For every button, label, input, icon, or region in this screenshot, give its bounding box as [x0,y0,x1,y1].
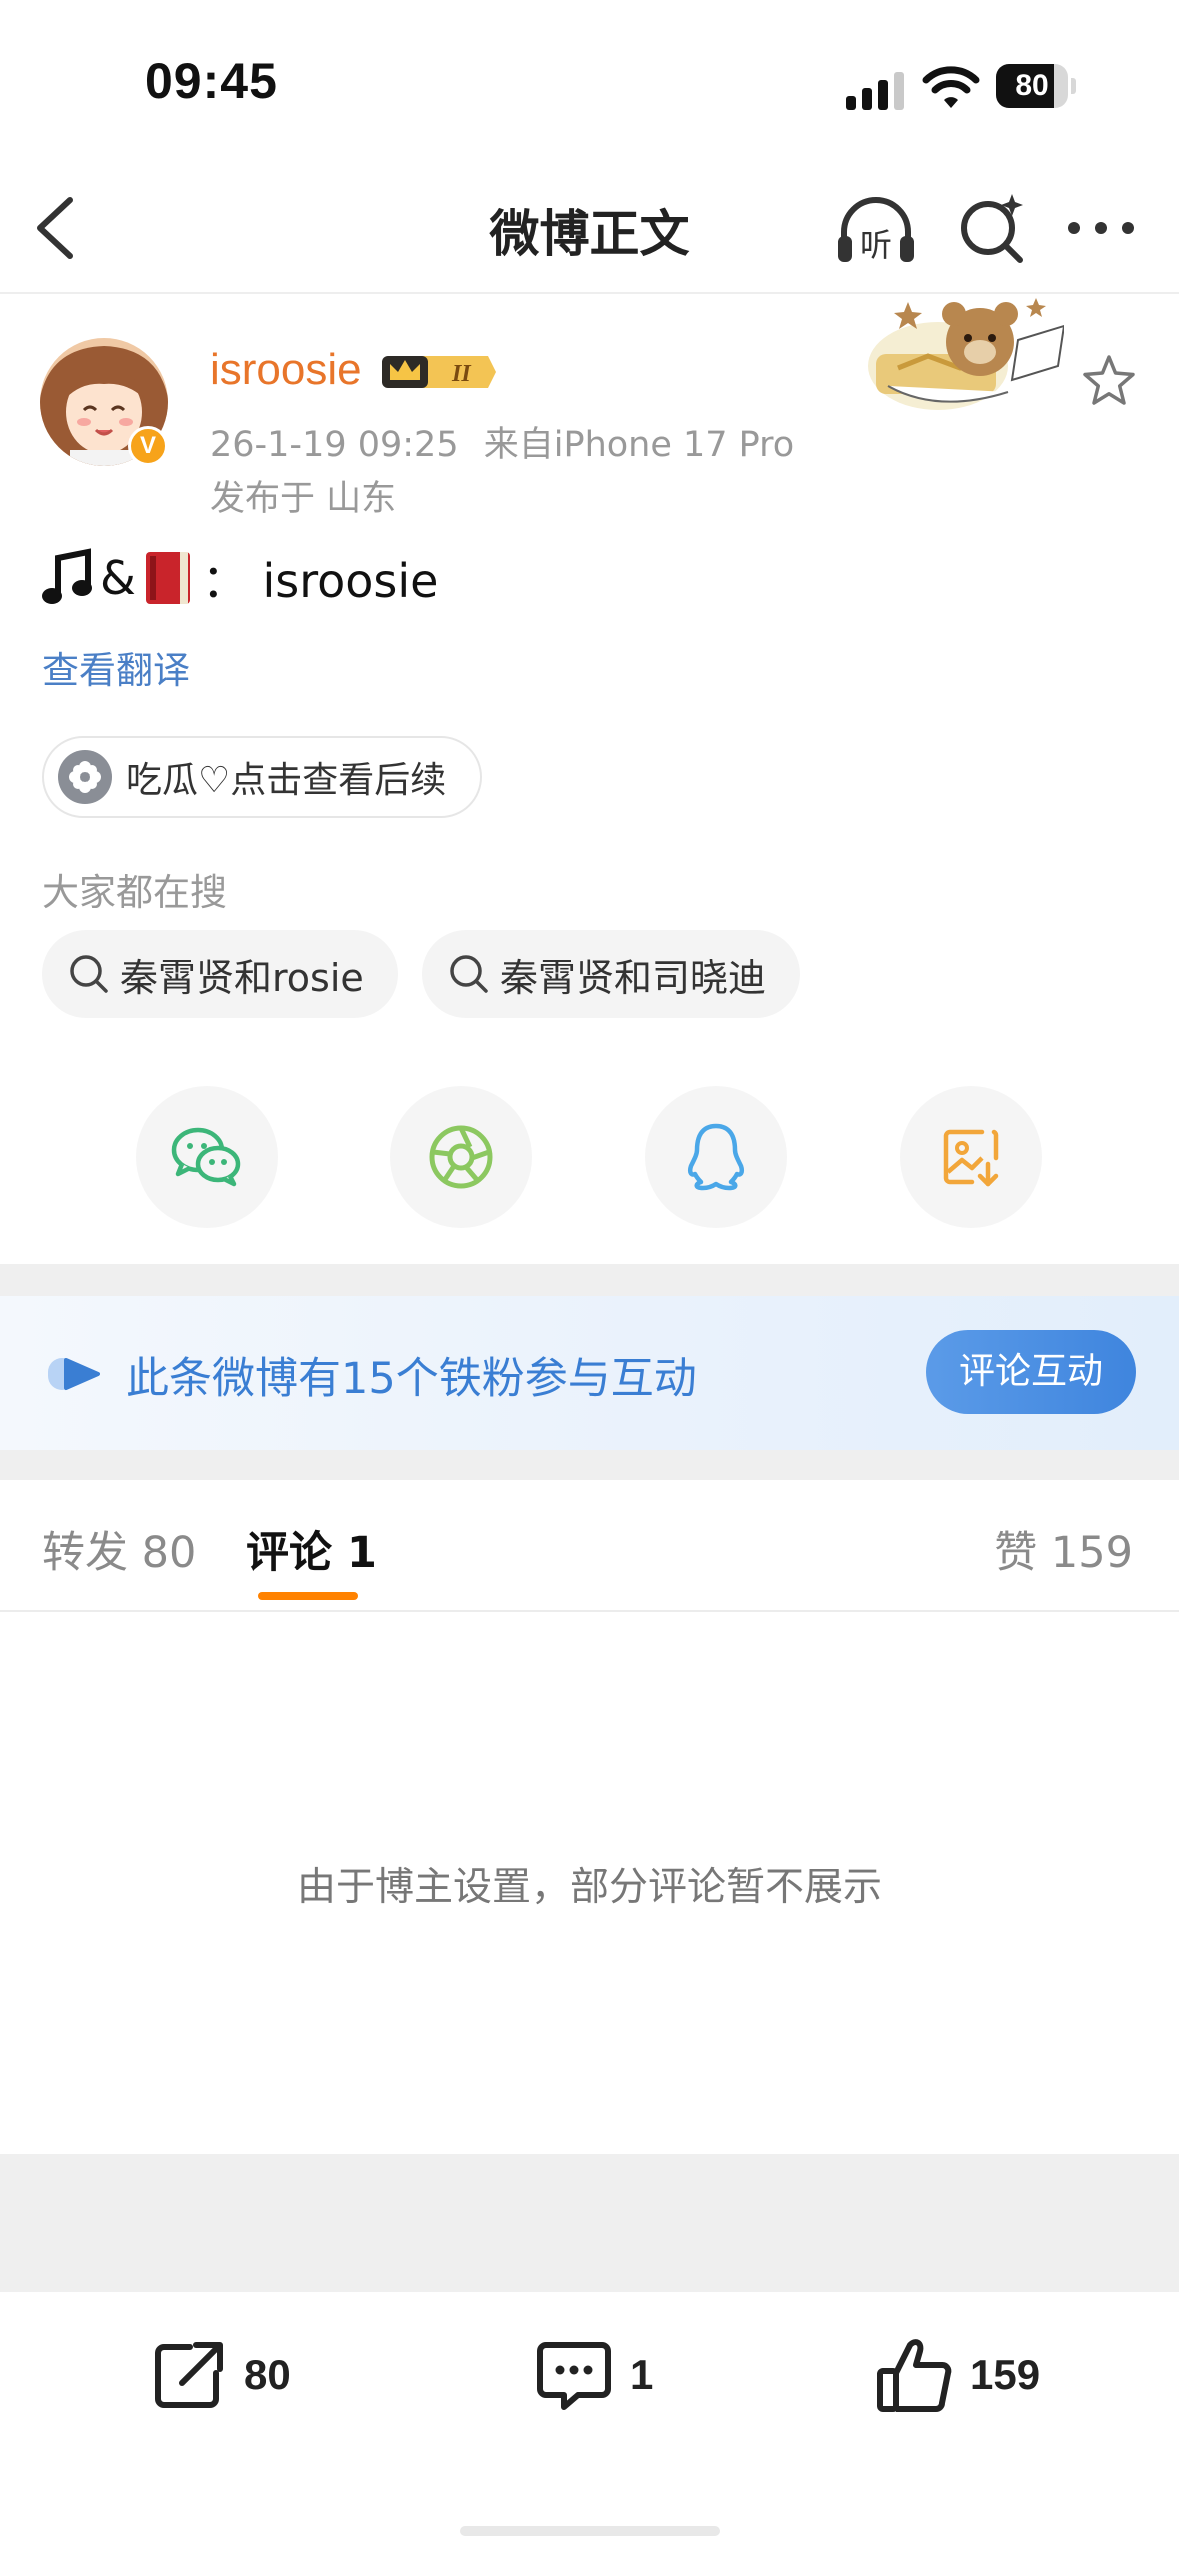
comment-bubble-icon [537,2342,611,2410]
hot-search-text: 秦霄贤和rosie [120,955,364,1000]
content-separator: & [100,551,136,605]
search-icon [450,955,488,993]
like-count: 159 [970,2351,1041,2398]
bottom-gap [0,2154,1179,2292]
repost-button[interactable]: 80 [146,2330,291,2420]
post-content: & ： isroosie [40,546,438,610]
comment-interaction-button[interactable]: 评论互动 [926,1330,1136,1414]
favorite-star-icon[interactable] [1080,352,1138,410]
repost-count: 80 [244,2351,291,2398]
moments-icon [429,1125,493,1189]
content-text: ： isroosie [201,554,439,608]
share-moments-button[interactable] [390,1086,532,1228]
hot-search-text: 秦霄贤和司晓迪 [500,955,767,1000]
hot-search-label: 大家都在搜 [42,871,227,914]
share-qq-button[interactable] [645,1086,787,1228]
translate-link[interactable]: 查看翻译 [42,640,190,694]
post-timestamp: 26-1-19 09:25 [210,425,459,465]
comment-count: 1 [630,2351,654,2398]
section-divider [0,1450,1179,1480]
red-book-emoji-icon [145,552,190,604]
thumbs-up-icon [877,2339,952,2412]
battery-percent: 80 [1015,69,1049,102]
hot-search-chip[interactable]: 秦霄贤和rosie [42,930,398,1018]
save-image-icon [943,1129,999,1187]
save-image-button[interactable] [900,1086,1042,1228]
wechat-icon [171,1127,241,1187]
repost-share-icon [155,2342,223,2408]
fan-banner-text: 此条微博有15个铁粉参与互动 [126,1354,697,1404]
tab-divider [0,1610,1179,1612]
wifi-icon [922,66,980,108]
tab-comment[interactable]: 评论 1 [246,1518,377,1580]
member-level-text: II [451,361,472,387]
more-options-icon[interactable] [1066,220,1136,236]
username[interactable]: isroosie [210,345,362,395]
post-source: 来自iPhone 17 Pro [483,425,795,465]
like-button[interactable]: 159 [872,2330,1040,2420]
share-wechat-button[interactable] [136,1086,278,1228]
topic-chip-label: 吃瓜♡点击查看后续 [126,760,447,801]
active-tab-indicator [258,1592,358,1600]
topic-chip[interactable]: 吃瓜♡点击查看后续 [42,736,483,818]
post-location: 发布于 山东 [210,479,397,519]
comment-button[interactable]: 1 [532,2330,653,2420]
flower-icon [58,750,112,804]
status-time: 09:45 [145,53,278,109]
section-divider [0,1264,1179,1296]
bear-decoration-sticker-icon [868,298,1064,410]
search-sparkle-icon[interactable] [958,190,1028,266]
svg-text:听: 听 [860,226,892,264]
cellular-signal-icon [846,72,904,110]
music-note-emoji-icon [42,548,92,604]
post-meta: 26-1-19 09:25 来自iPhone 17 Pro [210,416,794,467]
listen-headphones-icon[interactable]: 听 [834,190,918,270]
tab-like[interactable]: 赞 159 [994,1518,1133,1580]
comments-hidden-notice: 由于博主设置，部分评论暂不展示 [296,1865,882,1910]
search-icon [70,955,108,993]
nav-divider [0,292,1179,294]
verified-badge-icon: V [128,426,168,466]
fan-badge-icon [48,1358,100,1390]
tab-repost[interactable]: 转发 80 [42,1518,196,1580]
battery-indicator: 80 [996,64,1076,110]
member-crown-badge-icon[interactable]: II [380,350,498,394]
qq-icon [687,1123,745,1191]
hot-search-chip[interactable]: 秦霄贤和司晓迪 [422,930,801,1018]
home-indicator [460,2526,720,2536]
